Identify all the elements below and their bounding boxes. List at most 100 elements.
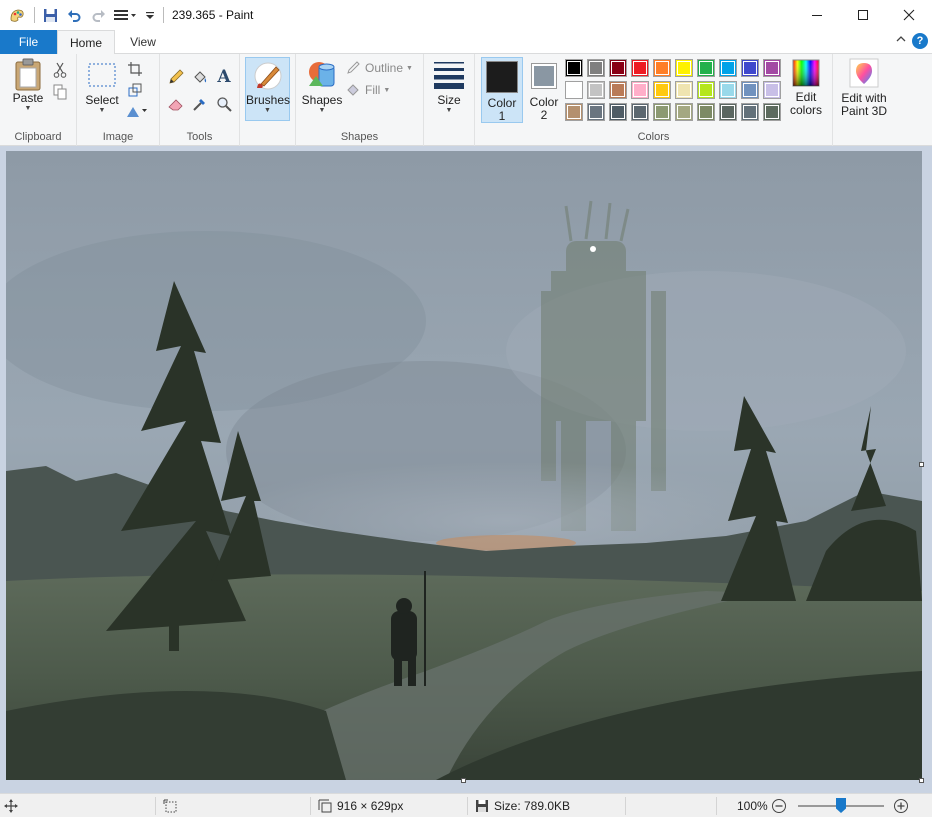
cut-icon[interactable] <box>50 60 70 80</box>
tab-view[interactable]: View <box>120 30 166 54</box>
rotate-icon[interactable] <box>125 101 151 121</box>
select-icon <box>88 63 116 87</box>
colors-group-label: Colors <box>637 131 670 143</box>
shapes-button[interactable]: Shapes ▼ <box>300 58 344 122</box>
palette-swatch[interactable] <box>565 59 583 77</box>
palette-swatch-border <box>589 105 603 119</box>
paint-window: 239.365 - Paint File Home View ? Paste ▼… <box>0 0 932 817</box>
image-group: Select ▼ Image <box>77 54 160 146</box>
size-dropdown-icon: ▼ <box>445 107 453 114</box>
palette-swatch[interactable] <box>697 103 715 121</box>
palette-swatch-border <box>567 61 581 75</box>
pencil-icon[interactable] <box>166 67 186 87</box>
resize-handle-right[interactable] <box>919 462 924 467</box>
resize-icon[interactable] <box>125 80 145 100</box>
redo-icon[interactable] <box>87 4 109 26</box>
palette-swatch[interactable] <box>609 103 627 121</box>
resize-handle-corner[interactable] <box>919 778 924 783</box>
fill-bucket-icon[interactable] <box>190 67 210 87</box>
canvas-painting <box>6 151 922 780</box>
palette-swatch[interactable] <box>653 103 671 121</box>
palette-swatch[interactable] <box>719 103 737 121</box>
customize-qa-icon[interactable] <box>143 4 157 26</box>
palette-swatch[interactable] <box>763 59 781 77</box>
paste-button[interactable]: Paste ▼ <box>6 58 50 122</box>
zoom-in-button[interactable] <box>893 794 909 817</box>
palette-swatch[interactable] <box>631 103 649 121</box>
color2-swatch <box>534 66 554 86</box>
text-tool-icon[interactable]: A <box>214 67 234 87</box>
palette-swatch[interactable] <box>675 81 693 99</box>
zoom-level: 100% <box>737 799 768 813</box>
collapse-ribbon-icon[interactable] <box>896 34 906 46</box>
palette-swatch[interactable] <box>653 81 671 99</box>
tools-group-label: Tools <box>186 131 213 143</box>
qa-separator-2 <box>163 7 164 23</box>
color2-button[interactable]: Color 2 <box>525 57 563 123</box>
select-button[interactable]: Select ▼ <box>83 58 121 122</box>
tab-home[interactable]: Home <box>57 30 115 55</box>
palette-swatch-border <box>677 61 691 75</box>
edit-colors-button[interactable]: Edit colors <box>785 58 827 124</box>
palette-swatch-border <box>633 105 647 119</box>
palette-swatch[interactable] <box>587 59 605 77</box>
palette-swatch[interactable] <box>719 59 737 77</box>
palette-swatch[interactable] <box>587 81 605 99</box>
brushes-dropdown-icon: ▼ <box>264 107 271 114</box>
brushes-button[interactable]: Brushes ▼ <box>245 57 290 121</box>
edit-with-paint3d-button[interactable]: Edit with Paint 3D <box>836 58 892 124</box>
close-button[interactable] <box>886 0 932 30</box>
minimize-button[interactable] <box>794 0 840 30</box>
palette-swatch[interactable] <box>609 59 627 77</box>
palette-swatch[interactable] <box>697 81 715 99</box>
size-button[interactable]: Size ▼ <box>428 58 470 122</box>
palette-swatch-border <box>765 83 779 97</box>
palette-swatch[interactable] <box>741 103 759 121</box>
palette-swatch-border <box>589 61 603 75</box>
copy-icon[interactable] <box>50 82 70 102</box>
palette-swatch[interactable] <box>587 103 605 121</box>
palette-swatch[interactable] <box>763 81 781 99</box>
canvas-image[interactable] <box>6 151 922 780</box>
tab-file[interactable]: File <box>0 30 57 54</box>
maximize-button[interactable] <box>840 0 886 30</box>
outline-button[interactable]: Outline ▼ <box>346 61 413 75</box>
palette-swatch[interactable] <box>631 81 649 99</box>
canvas-workspace[interactable] <box>0 146 932 793</box>
edit-colors-label-2: colors <box>789 103 822 117</box>
window-title: 239.365 - Paint <box>172 8 254 22</box>
color-picker-icon[interactable] <box>190 94 210 114</box>
magnifier-icon[interactable] <box>214 94 234 114</box>
palette-swatch[interactable] <box>741 59 759 77</box>
resize-handle-bottom[interactable] <box>461 778 466 783</box>
file-size-icon <box>476 800 488 812</box>
properties-menu-icon[interactable] <box>111 4 141 26</box>
undo-icon[interactable] <box>63 4 85 26</box>
palette-swatch[interactable] <box>719 81 737 99</box>
fill-button[interactable]: Fill ▼ <box>346 83 390 97</box>
palette-swatch-border <box>655 105 669 119</box>
palette-swatch[interactable] <box>763 103 781 121</box>
palette-swatch[interactable] <box>609 81 627 99</box>
clipboard-group: Paste ▼ Clipboard <box>0 54 77 146</box>
colors-group: Color 1 Color 2 Edit colors Colors <box>475 54 833 146</box>
palette-swatch[interactable] <box>653 59 671 77</box>
palette-swatch[interactable] <box>675 103 693 121</box>
color1-button[interactable]: Color 1 <box>481 57 523 123</box>
help-icon[interactable]: ? <box>912 33 928 49</box>
brush-icon <box>254 62 281 90</box>
palette-swatch[interactable] <box>631 59 649 77</box>
palette-swatch[interactable] <box>565 103 583 121</box>
palette-swatch[interactable] <box>565 81 583 99</box>
crop-icon[interactable] <box>125 59 145 79</box>
palette-swatch-border <box>655 83 669 97</box>
zoom-slider-thumb[interactable] <box>836 798 846 813</box>
save-icon[interactable] <box>39 4 61 26</box>
palette-swatch[interactable] <box>675 59 693 77</box>
palette-swatch-border <box>633 61 647 75</box>
eraser-icon[interactable] <box>166 94 186 114</box>
palette-swatch[interactable] <box>741 81 759 99</box>
palette-swatch[interactable] <box>697 59 715 77</box>
zoom-out-button[interactable] <box>771 794 787 817</box>
image-dimensions: 916 × 629px <box>318 794 403 817</box>
